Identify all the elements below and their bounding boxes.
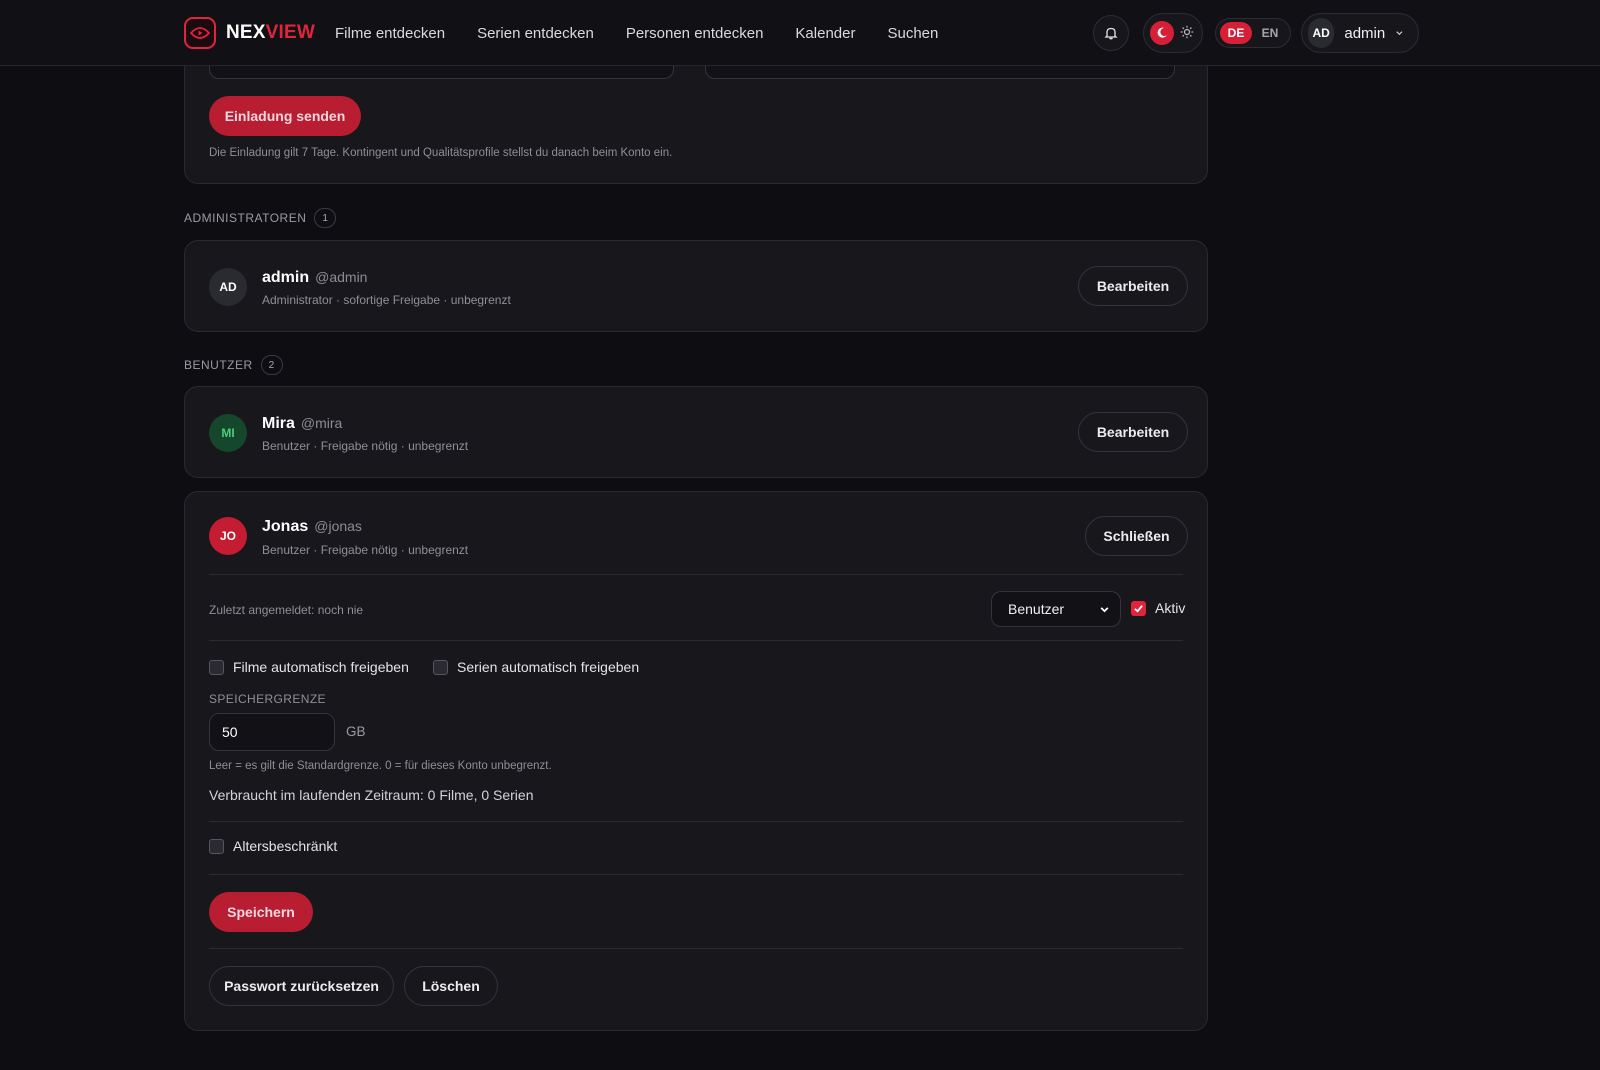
auto-movies-checkbox[interactable] <box>209 659 224 675</box>
user-meta: Administrator · sofortige Freigabe · unb… <box>262 293 511 307</box>
user-name: Jonas @jonas <box>262 518 362 535</box>
storage-limit-label: SPEICHERGRENZE <box>209 692 326 706</box>
nav-calendar[interactable]: Kalender <box>795 25 855 42</box>
age-restricted-checkbox[interactable] <box>209 838 224 854</box>
sun-icon <box>1180 25 1194 42</box>
chevron-down-icon <box>1100 606 1109 612</box>
moon-icon <box>1150 21 1174 45</box>
language-switch: DE EN <box>1215 18 1291 48</box>
save-button[interactable]: Speichern <box>209 892 313 932</box>
auto-series-checkbox[interactable] <box>433 659 448 675</box>
nav-search[interactable]: Suchen <box>887 25 938 42</box>
avatar: JO <box>209 517 247 555</box>
admins-count-badge: 1 <box>314 208 337 228</box>
active-checkbox[interactable] <box>1131 600 1146 616</box>
nav-movies[interactable]: Filme entdecken <box>335 25 445 42</box>
main-nav: Filme entdecken Serien entdecken Persone… <box>335 0 938 66</box>
chevron-down-icon <box>1396 31 1403 36</box>
notifications-button[interactable] <box>1093 15 1129 51</box>
storage-unit: GB <box>346 724 366 739</box>
auto-movies-row[interactable]: Filme automatisch freigeben <box>209 659 409 675</box>
user-meta: Benutzer · Freigabe nötig · unbegrenzt <box>262 439 469 453</box>
check-icon <box>1134 604 1143 613</box>
divider <box>209 948 1183 949</box>
edit-button[interactable]: Bearbeiten <box>1078 412 1188 452</box>
lang-en[interactable]: EN <box>1254 22 1286 44</box>
divider <box>209 640 1183 641</box>
invite-hint: Die Einladung gilt 7 Tage. Kontingent un… <box>209 147 673 159</box>
user-name: admin @admin <box>262 269 368 286</box>
divider <box>209 874 1183 875</box>
users-section-label: BENUTZER 2 <box>184 355 283 375</box>
reset-password-button[interactable]: Passwort zurücksetzen <box>209 966 394 1006</box>
user-card-jonas: JO Jonas @jonas Benutzer · Freigabe nötig… <box>184 491 1208 1031</box>
usage-text: Verbraucht im laufenden Zeitraum: 0 Film… <box>209 787 534 803</box>
eye-play-icon <box>184 17 216 49</box>
storage-limit-input[interactable] <box>209 713 335 751</box>
active-checkbox-row[interactable]: Aktiv <box>1131 600 1185 616</box>
admins-section-label: ADMINISTRATOREN 1 <box>184 208 337 228</box>
send-invite-button[interactable]: Einladung senden <box>209 96 361 136</box>
storage-hint: Leer = es gilt die Standardgrenze. 0 = f… <box>209 760 552 772</box>
header-controls: DE EN AD admin <box>1093 13 1419 53</box>
user-avatar: AD <box>1308 18 1335 48</box>
theme-toggle[interactable] <box>1143 13 1203 53</box>
lang-de[interactable]: DE <box>1220 22 1252 44</box>
role-select[interactable]: Benutzer <box>991 591 1121 627</box>
top-navbar: NEXVIEW Filme entdecken Serien entdecken… <box>0 0 1600 66</box>
brand-name: NEXVIEW <box>226 22 316 43</box>
auto-series-row[interactable]: Serien automatisch freigeben <box>433 659 639 675</box>
user-card-mira: MI Mira @mira Benutzer · Freigabe nötig ·… <box>184 386 1208 478</box>
avatar: AD <box>209 268 247 306</box>
users-count-badge: 2 <box>260 355 283 375</box>
nav-series[interactable]: Serien entdecken <box>477 25 594 42</box>
user-name: Mira @mira <box>262 415 343 432</box>
user-name: admin <box>1344 24 1386 42</box>
nav-people[interactable]: Personen entdecken <box>626 25 764 42</box>
divider <box>209 574 1183 575</box>
close-button[interactable]: Schließen <box>1085 516 1188 556</box>
age-restricted-row[interactable]: Altersbeschränkt <box>209 838 337 854</box>
divider <box>209 821 1183 822</box>
last-login-text: Zuletzt angemeldet: noch nie <box>209 603 364 617</box>
admin-user-card: AD admin @admin Administrator · sofortige… <box>184 240 1208 332</box>
delete-button[interactable]: Löschen <box>404 966 498 1006</box>
edit-button[interactable]: Bearbeiten <box>1078 266 1188 306</box>
user-meta: Benutzer · Freigabe nötig · unbegrenzt <box>262 543 469 557</box>
avatar: MI <box>209 414 247 452</box>
brand-logo[interactable]: NEXVIEW <box>184 17 315 49</box>
bell-icon <box>1104 27 1118 40</box>
user-menu[interactable]: AD admin <box>1301 13 1419 53</box>
